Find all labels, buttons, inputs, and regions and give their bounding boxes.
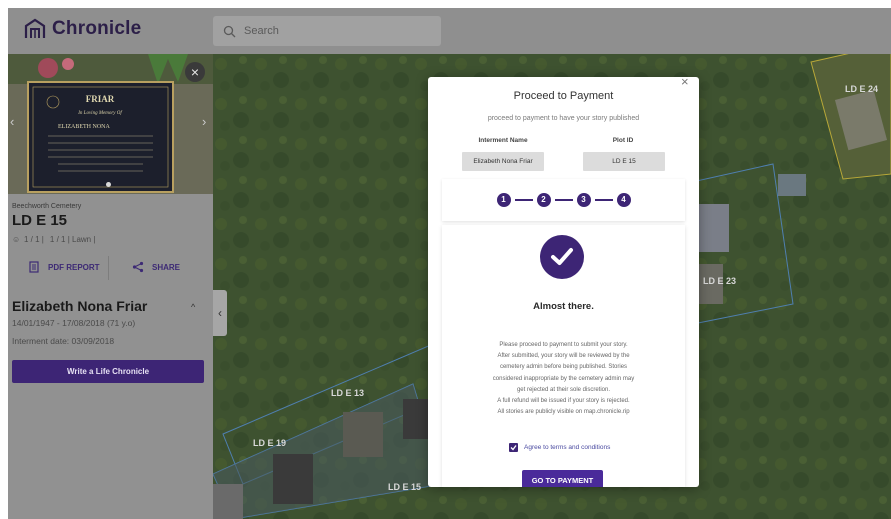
almost-there-heading: Almost there. <box>533 301 594 312</box>
terms-checkbox[interactable] <box>509 443 518 452</box>
confirmation-panel: Almost there. Please proceed to payment … <box>442 225 685 487</box>
carousel-dot[interactable] <box>106 182 111 187</box>
info-line: All stories are publicly visible on map.… <box>497 409 630 416</box>
app-frame: LD E 24 LD E 13 LD E 19 LD E 15 LD E 23 … <box>8 8 891 519</box>
headstone-photo: FRIAR In Loving Memory Of ELIZABETH NONA <box>8 54 213 194</box>
search-icon <box>223 25 236 37</box>
person-name: Elizabeth Nona Friar <box>12 298 148 314</box>
chevron-right-icon[interactable]: › <box>202 114 206 129</box>
close-modal-button[interactable]: × <box>681 77 689 89</box>
plaque-dedication: In Loving Memory Of <box>77 111 122 116</box>
share-label: SHARE <box>152 262 181 272</box>
plot-meta: ☺ 1 / 1 | 1 / 1 | Lawn | <box>12 235 95 244</box>
interment-name-field[interactable] <box>462 152 544 171</box>
plot-title: LD E 15 <box>12 212 68 229</box>
cemetery-name: Beechworth Cemetery <box>12 203 82 210</box>
sidebar-collapse-button[interactable]: ‹ <box>213 290 227 336</box>
top-bar: Chronicle <box>8 8 891 54</box>
map-plot-label: LD E 15 <box>388 482 422 492</box>
map-plot-label: LD E 23 <box>703 276 737 286</box>
person-dates: 14/01/1947 - 17/08/2018 (71 y.o) <box>12 318 136 328</box>
map-plot-label: LD E 24 <box>845 84 879 94</box>
checkmark-icon <box>551 248 573 265</box>
pdf-report-button[interactable]: PDF REPORT <box>28 261 100 273</box>
write-life-chronicle-button[interactable]: Write a Life Chronicle <box>12 360 204 383</box>
modal-subtitle: proceed to payment to have your story pu… <box>487 115 640 122</box>
plot-actions: PDF REPORT SHARE <box>8 256 213 284</box>
share-icon <box>132 261 144 273</box>
payment-info-text: Please proceed to payment to submit your… <box>472 340 655 418</box>
plaque-name: ELIZABETH NONA <box>58 124 110 130</box>
step-2: 2 <box>536 193 551 207</box>
info-line: Please proceed to payment to submit your… <box>499 342 628 348</box>
progress-stepper: 1 2 3 4 <box>442 179 685 221</box>
share-button[interactable]: SHARE <box>132 261 180 273</box>
map-plot-label: LD E 19 <box>253 438 287 448</box>
close-photo-button[interactable]: × <box>185 62 205 82</box>
info-line: considered inappropriate by the cemetery… <box>492 375 635 382</box>
step-1: 1 <box>496 193 511 207</box>
interment-date: Interment date: 03/09/2018 <box>12 336 115 346</box>
chevron-up-icon[interactable]: ^ <box>191 302 195 312</box>
pdf-report-label: PDF REPORT <box>48 262 100 272</box>
step-3: 3 <box>576 193 591 207</box>
document-icon <box>29 261 39 273</box>
step-4: 4 <box>616 193 631 207</box>
checkmark-icon <box>510 445 517 451</box>
search-bar[interactable] <box>213 16 441 46</box>
plot-id-label: Plot ID <box>612 137 634 144</box>
terms-label[interactable]: Agree to terms and conditions <box>524 444 610 451</box>
info-line: cemetery admin before being published. S… <box>499 364 628 371</box>
divider <box>108 256 109 280</box>
search-input[interactable] <box>244 25 424 37</box>
plot-id-field[interactable] <box>583 152 665 171</box>
map-plot-label: LD E 13 <box>331 388 365 398</box>
step-connector <box>514 199 533 201</box>
app-name: Chronicle <box>52 18 142 39</box>
person-icon: ☺ <box>12 235 21 244</box>
go-to-payment-button[interactable]: GO TO PAYMENT <box>522 470 603 487</box>
plot-sidebar: FRIAR In Loving Memory Of ELIZABETH NONA… <box>8 54 213 519</box>
plot-meta-text: 1 / 1 | 1 / 1 | Lawn | <box>20 235 96 244</box>
app-logo[interactable]: Chronicle <box>24 18 141 40</box>
check-circle-icon <box>540 235 584 279</box>
step-connector <box>554 199 573 201</box>
chevron-left-icon[interactable]: ‹ <box>10 114 14 129</box>
info-line: After submitted, your story will be revi… <box>497 353 630 360</box>
modal-title: Proceed to Payment <box>513 90 614 102</box>
step-connector <box>594 199 613 201</box>
info-line: A full refund will be issued if your sto… <box>497 398 630 405</box>
payment-modal: × Proceed to Payment proceed to payment … <box>428 77 699 487</box>
terms-row[interactable]: Agree to terms and conditions <box>509 443 610 452</box>
plaque-surname: FRIAR <box>86 94 115 104</box>
plot-photo[interactable]: FRIAR In Loving Memory Of ELIZABETH NONA… <box>8 54 213 194</box>
interment-name-label: Interment Name <box>478 137 528 144</box>
chronicle-logo-icon <box>24 18 46 38</box>
info-line: get rejected at their sole discretion. <box>516 386 611 393</box>
